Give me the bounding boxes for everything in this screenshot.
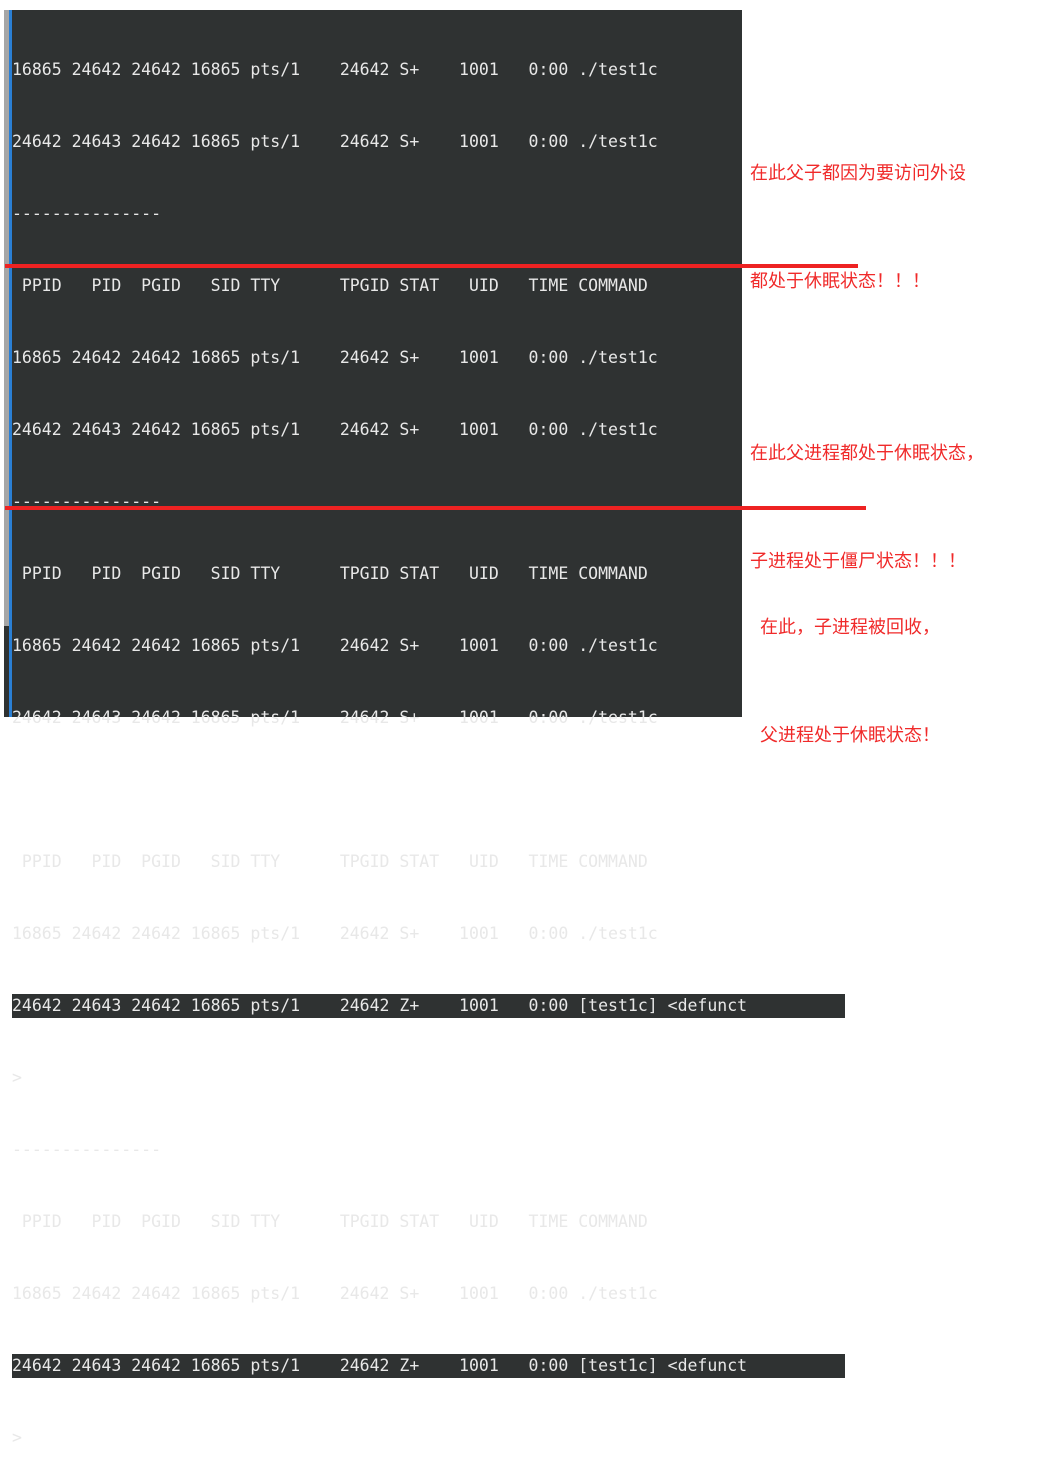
terminal-line: 16865 24642 24642 16865 pts/1 24642 S+ 1… — [12, 636, 658, 655]
red-divider-rule-2 — [5, 506, 866, 510]
annotation-child-reaped: 在此，子进程被回收， 父进程处于休眠状态！ — [760, 538, 940, 790]
annotation-line: 在此父子都因为要访问外设 — [750, 163, 966, 184]
red-divider-rule-1 — [5, 264, 858, 268]
terminal-line-wrap: > — [12, 1428, 22, 1447]
terminal-separator-line: --------------- — [12, 492, 162, 511]
terminal-separator-line: --------------- — [12, 1140, 162, 1159]
terminal-header-line: PPID PID PGID SID TTY TPGID STAT UID TIM… — [12, 852, 648, 871]
annotation-sleeping-both: 在此父子都因为要访问外设 都处于休眠状态！！！ — [750, 84, 966, 336]
annotation-line: 在此，子进程被回收， — [760, 617, 940, 638]
annotation-line: 都处于休眠状态！！！ — [750, 271, 930, 292]
terminal-line: 16865 24642 24642 16865 pts/1 24642 S+ 1… — [12, 1284, 658, 1303]
terminal-header-line: PPID PID PGID SID TTY TPGID STAT UID TIM… — [12, 276, 648, 295]
annotation-line: 父进程处于休眠状态！ — [760, 725, 940, 746]
annotation-line: 在此父进程都处于休眠状态， — [750, 443, 984, 464]
terminal-line-defunct: 24642 24643 24642 16865 pts/1 24642 Z+ 1… — [12, 994, 845, 1018]
terminal-separator-line: --------------- — [12, 204, 162, 223]
terminal-line: 16865 24642 24642 16865 pts/1 24642 S+ 1… — [12, 60, 658, 79]
terminal-line: 24642 24643 24642 16865 pts/1 24642 S+ 1… — [12, 420, 658, 439]
terminal-line: 16865 24642 24642 16865 pts/1 24642 S+ 1… — [12, 924, 658, 943]
terminal-line: 24642 24643 24642 16865 pts/1 24642 S+ 1… — [12, 708, 658, 727]
terminal-line-wrap: > — [12, 1068, 22, 1087]
terminal-output[interactable]: 16865 24642 24642 16865 pts/1 24642 S+ 1… — [12, 10, 845, 1447]
terminal-header-line: PPID PID PGID SID TTY TPGID STAT UID TIM… — [12, 1212, 648, 1231]
terminal-line: 16865 24642 24642 16865 pts/1 24642 S+ 1… — [12, 348, 658, 367]
terminal-line: 24642 24643 24642 16865 pts/1 24642 S+ 1… — [12, 132, 658, 151]
terminal-line-defunct: 24642 24643 24642 16865 pts/1 24642 Z+ 1… — [12, 1354, 845, 1378]
terminal-header-line: PPID PID PGID SID TTY TPGID STAT UID TIM… — [12, 564, 648, 583]
